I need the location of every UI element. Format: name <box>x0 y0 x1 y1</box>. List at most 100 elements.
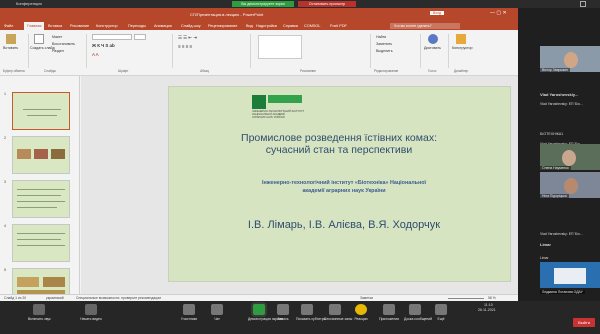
breakout-rooms-button[interactable]: Сессионные залы <box>324 304 352 321</box>
leave-button[interactable]: Выйти <box>573 318 595 327</box>
tab-transitions[interactable]: Переходы <box>128 22 146 30</box>
designer-icon[interactable] <box>456 34 466 44</box>
camera-icon <box>85 304 97 315</box>
zoom-slider[interactable] <box>448 298 484 299</box>
apps-button[interactable]: Приложения <box>378 304 400 321</box>
signin-button[interactable]: Вход <box>430 11 445 15</box>
group-label-voice: Голос <box>428 69 437 73</box>
microphone-muted-icon <box>33 304 45 315</box>
participant-video[interactable] <box>540 262 600 288</box>
apps-icon <box>383 304 395 315</box>
maximize-icon[interactable] <box>580 1 586 7</box>
tab-insert[interactable]: Вставка <box>48 22 62 30</box>
bold-icon[interactable]: Ж К Ч S ab <box>92 43 115 48</box>
tab-comsol[interactable]: COMSOL <box>304 22 320 30</box>
slide-thumbnail[interactable] <box>12 180 70 218</box>
unmute-label: Включить звук <box>28 317 51 321</box>
participant-name: Limar <box>540 256 549 260</box>
chat-button[interactable]: Чат <box>206 304 228 321</box>
whiteboard-icon <box>409 304 421 315</box>
participant-name: Vlad Yaroshevskiy... <box>540 92 579 97</box>
tab-file[interactable]: Файл <box>4 22 13 30</box>
group-label-paragraph: Абзац <box>200 69 209 73</box>
notes-button[interactable]: Заметки <box>360 296 373 300</box>
font-size-select[interactable] <box>134 34 146 40</box>
clock-date: 26.11.2021 <box>478 308 496 312</box>
group-label-drawing: Рисование <box>300 69 317 73</box>
institute-line: Інженерно-технологічний інститут «Біотех… <box>261 180 427 186</box>
new-slide-icon[interactable] <box>34 34 44 44</box>
participant-face <box>564 178 578 194</box>
tab-animations[interactable]: Анимация <box>154 22 172 30</box>
tab-design[interactable]: Конструктор <box>96 22 118 30</box>
institute-text[interactable]: Інженерно-технологічний інститут «Біотех… <box>219 179 469 195</box>
tab-home[interactable]: Главная <box>24 22 45 30</box>
layout-button[interactable]: Макет <box>52 35 62 39</box>
record-icon <box>277 304 289 315</box>
current-slide[interactable]: ІНЖЕНЕРНО-ТЕХНОЛОГІЧНИЙ ІНСТИТУТ НАЦІОНА… <box>168 86 511 282</box>
ribbon-tabs: Файл Главная Вставка Рисование Конструкт… <box>0 22 518 30</box>
tab-foxit[interactable]: Foxit PDF <box>330 22 347 30</box>
window-controls-icon[interactable]: — ▢ ✕ <box>490 10 507 16</box>
thumb-number: 4 <box>4 224 6 228</box>
institute-line: академії аграрних наук України <box>302 188 386 194</box>
slide-thumbnail[interactable] <box>12 268 70 294</box>
dictate-button[interactable]: Диктовать <box>424 46 441 50</box>
designer-button[interactable]: Конструктор <box>452 46 473 50</box>
chat-label: Чат <box>214 317 220 321</box>
microphone-icon[interactable] <box>428 34 438 44</box>
tab-slideshow[interactable]: Слайд-шоу <box>181 22 201 30</box>
captions-label: Показать субтитры <box>296 317 327 321</box>
section-button[interactable]: Раздел <box>52 49 64 53</box>
unmute-button[interactable]: Включить звук <box>28 304 51 321</box>
share-screen-button[interactable]: Демонстрация экрана <box>248 304 283 321</box>
slide-title-line: сучасний стан та перспективи <box>265 144 413 156</box>
more-button[interactable]: Ещё <box>430 304 452 321</box>
language-indicator[interactable]: украинский <box>46 296 64 300</box>
tab-view[interactable]: Вид <box>246 22 253 30</box>
tab-help[interactable]: Справка <box>283 22 298 30</box>
slide-thumbnail[interactable] <box>12 224 70 262</box>
paste-icon[interactable] <box>6 34 16 44</box>
shapes-gallery[interactable] <box>258 35 302 59</box>
participant-name: Ніна Підоріцька <box>540 194 569 198</box>
biotechnika-logo <box>252 95 266 109</box>
captions-button[interactable]: Показать субтитры <box>296 304 327 321</box>
tab-review[interactable]: Рецензирование <box>208 22 237 30</box>
whiteboard-button[interactable]: Доска сообщений <box>404 304 432 321</box>
participants-button[interactable]: Участники <box>178 304 200 321</box>
tab-addins[interactable]: Надстройки <box>256 22 277 30</box>
start-video-button[interactable]: Начать видео <box>80 304 102 321</box>
ribbon-home: Вставить Создать слайд Макет Восстановит… <box>0 30 518 76</box>
record-button[interactable]: Запись <box>272 304 294 321</box>
participant-name: БІОТЕХНІКА1 <box>540 132 564 136</box>
replace-button[interactable]: Заменить <box>376 42 392 46</box>
slide-thumbnail[interactable] <box>12 136 70 174</box>
slide-title[interactable]: Промислове розведення їстівних комах: су… <box>209 132 469 156</box>
find-button[interactable]: Найти <box>376 35 386 39</box>
participant-name: Віктор Зварыкин <box>540 68 571 72</box>
conference-title: Конференция <box>16 1 42 6</box>
align-icon[interactable]: ≡ ≡ ≡ ≡ <box>178 44 192 49</box>
thumb-number: 3 <box>4 180 6 184</box>
stop-share-button[interactable]: Остановить просмотр <box>298 1 356 7</box>
participant-name: Олена Науменко <box>540 166 571 170</box>
reactions-button[interactable]: Реакции <box>350 304 372 321</box>
slide-thumbnail[interactable] <box>12 92 70 130</box>
bullets-icon[interactable]: ☰ ☰ ⇤ ⇥ <box>178 35 197 41</box>
accessibility-status[interactable]: Специальные возможности: проверьте реком… <box>76 296 161 300</box>
new-slide-button[interactable]: Создать слайд <box>30 46 55 50</box>
reset-button[interactable]: Восстановить <box>52 42 75 46</box>
smiley-icon <box>355 304 367 315</box>
participant-name: Vlad Yaroshevsky: ЕП 'Біо... <box>540 232 583 236</box>
participant-face <box>562 150 576 166</box>
font-name-select[interactable] <box>92 34 132 40</box>
paste-button[interactable]: Вставить <box>3 46 18 50</box>
font-color-icon[interactable]: A A <box>92 52 99 57</box>
slide-authors[interactable]: І.В. Лімарь, І.В. Алієва, В.Я. Ходорчук <box>209 219 479 231</box>
ribbon-search-input[interactable]: Что вы хотите сделать? <box>390 23 460 29</box>
tab-draw[interactable]: Рисование <box>70 22 89 30</box>
conference-toolbar: Включить звук Начать видео Участники Чат… <box>0 301 600 334</box>
zoom-level[interactable]: 58 % <box>488 296 496 300</box>
select-button[interactable]: Выделить <box>376 49 393 53</box>
